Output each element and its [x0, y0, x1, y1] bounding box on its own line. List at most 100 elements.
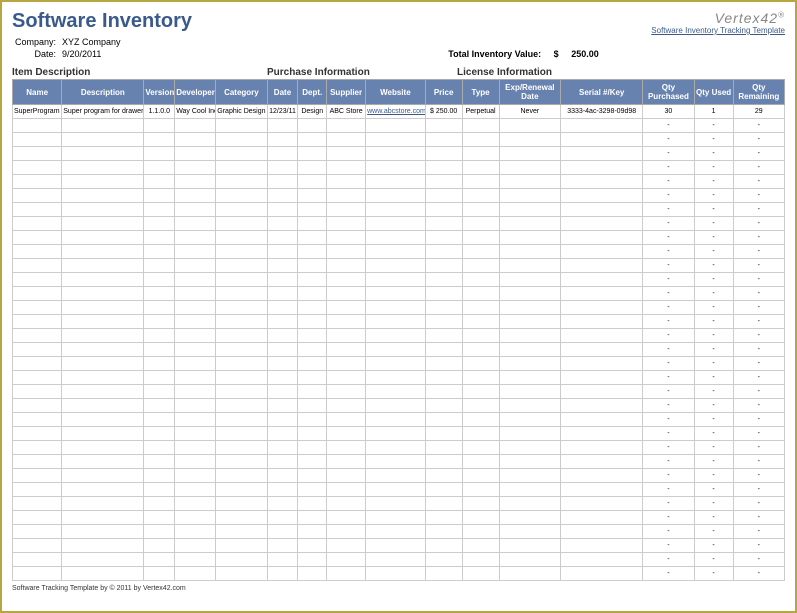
cell-date — [267, 525, 298, 539]
cell-type — [462, 245, 499, 259]
cell-qty_remaining: - — [733, 161, 784, 175]
cell-serial — [561, 147, 643, 161]
cell-supplier — [327, 511, 366, 525]
cell-developer — [175, 469, 216, 483]
cell-serial — [561, 245, 643, 259]
cell-name — [13, 553, 62, 567]
cell-serial — [561, 273, 643, 287]
cell-website — [366, 315, 426, 329]
cell-category — [216, 343, 267, 357]
cell-version — [144, 203, 175, 217]
cell-price — [425, 203, 462, 217]
cell-type — [462, 203, 499, 217]
cell-renewal — [499, 371, 561, 385]
cell-name — [13, 483, 62, 497]
cell-qty_remaining: - — [733, 217, 784, 231]
cell-renewal — [499, 231, 561, 245]
cell-qty_purchased: - — [643, 175, 694, 189]
table-row: --- — [13, 371, 785, 385]
cell-website — [366, 301, 426, 315]
cell-serial — [561, 371, 643, 385]
cell-developer: Way Cool Inc — [175, 105, 216, 119]
cell-supplier — [327, 133, 366, 147]
cell-qty_remaining: - — [733, 259, 784, 273]
cell-version — [144, 483, 175, 497]
cell-name — [13, 567, 62, 581]
cell-website — [366, 133, 426, 147]
cell-qty_purchased: - — [643, 203, 694, 217]
cell-qty_used: - — [694, 385, 733, 399]
cell-dept — [298, 119, 327, 133]
cell-description — [62, 483, 144, 497]
col-renewal: Exp/Renewal Date — [499, 80, 561, 105]
cell-version — [144, 287, 175, 301]
cell-name — [13, 413, 62, 427]
cell-type — [462, 525, 499, 539]
table-row: --- — [13, 567, 785, 581]
cell-supplier — [327, 203, 366, 217]
cell-date — [267, 259, 298, 273]
cell-dept — [298, 399, 327, 413]
cell-name — [13, 441, 62, 455]
cell-renewal — [499, 525, 561, 539]
cell-supplier — [327, 189, 366, 203]
cell-description — [62, 343, 144, 357]
cell-serial — [561, 119, 643, 133]
cell-qty_remaining: - — [733, 455, 784, 469]
cell-qty_remaining: - — [733, 371, 784, 385]
cell-type — [462, 189, 499, 203]
cell-type — [462, 441, 499, 455]
cell-dept — [298, 133, 327, 147]
cell-dept — [298, 441, 327, 455]
cell-website — [366, 217, 426, 231]
cell-serial — [561, 133, 643, 147]
cell-qty_remaining: - — [733, 203, 784, 217]
cell-website — [366, 259, 426, 273]
cell-type — [462, 483, 499, 497]
cell-renewal — [499, 329, 561, 343]
cell-serial — [561, 399, 643, 413]
cell-qty_purchased: - — [643, 399, 694, 413]
cell-date — [267, 203, 298, 217]
cell-developer — [175, 273, 216, 287]
table-row: --- — [13, 525, 785, 539]
cell-dept — [298, 203, 327, 217]
cell-qty_purchased: - — [643, 231, 694, 245]
cell-price — [425, 315, 462, 329]
cell-type — [462, 385, 499, 399]
template-link[interactable]: Software Inventory Tracking Template — [651, 26, 785, 35]
cell-description — [62, 231, 144, 245]
cell-developer — [175, 329, 216, 343]
col-developer: Developer — [175, 80, 216, 105]
cell-renewal: Never — [499, 105, 561, 119]
cell-version — [144, 231, 175, 245]
cell-type — [462, 469, 499, 483]
cell-qty_purchased: - — [643, 497, 694, 511]
cell-type — [462, 231, 499, 245]
cell-version — [144, 427, 175, 441]
cell-website — [366, 441, 426, 455]
cell-category — [216, 497, 267, 511]
col-version: Version — [144, 80, 175, 105]
cell-description — [62, 371, 144, 385]
cell-supplier — [327, 315, 366, 329]
cell-serial — [561, 427, 643, 441]
cell-website — [366, 371, 426, 385]
cell-dept — [298, 147, 327, 161]
cell-renewal — [499, 469, 561, 483]
cell-date — [267, 413, 298, 427]
table-row: --- — [13, 147, 785, 161]
cell-developer — [175, 245, 216, 259]
cell-category: Graphic Design — [216, 105, 267, 119]
cell-website — [366, 189, 426, 203]
cell-website — [366, 357, 426, 371]
cell-dept — [298, 329, 327, 343]
cell-renewal — [499, 455, 561, 469]
cell-website — [366, 287, 426, 301]
cell-qty_remaining: - — [733, 329, 784, 343]
cell-category — [216, 231, 267, 245]
table-row: --- — [13, 301, 785, 315]
cell-supplier — [327, 273, 366, 287]
table-row: --- — [13, 119, 785, 133]
cell-developer — [175, 483, 216, 497]
